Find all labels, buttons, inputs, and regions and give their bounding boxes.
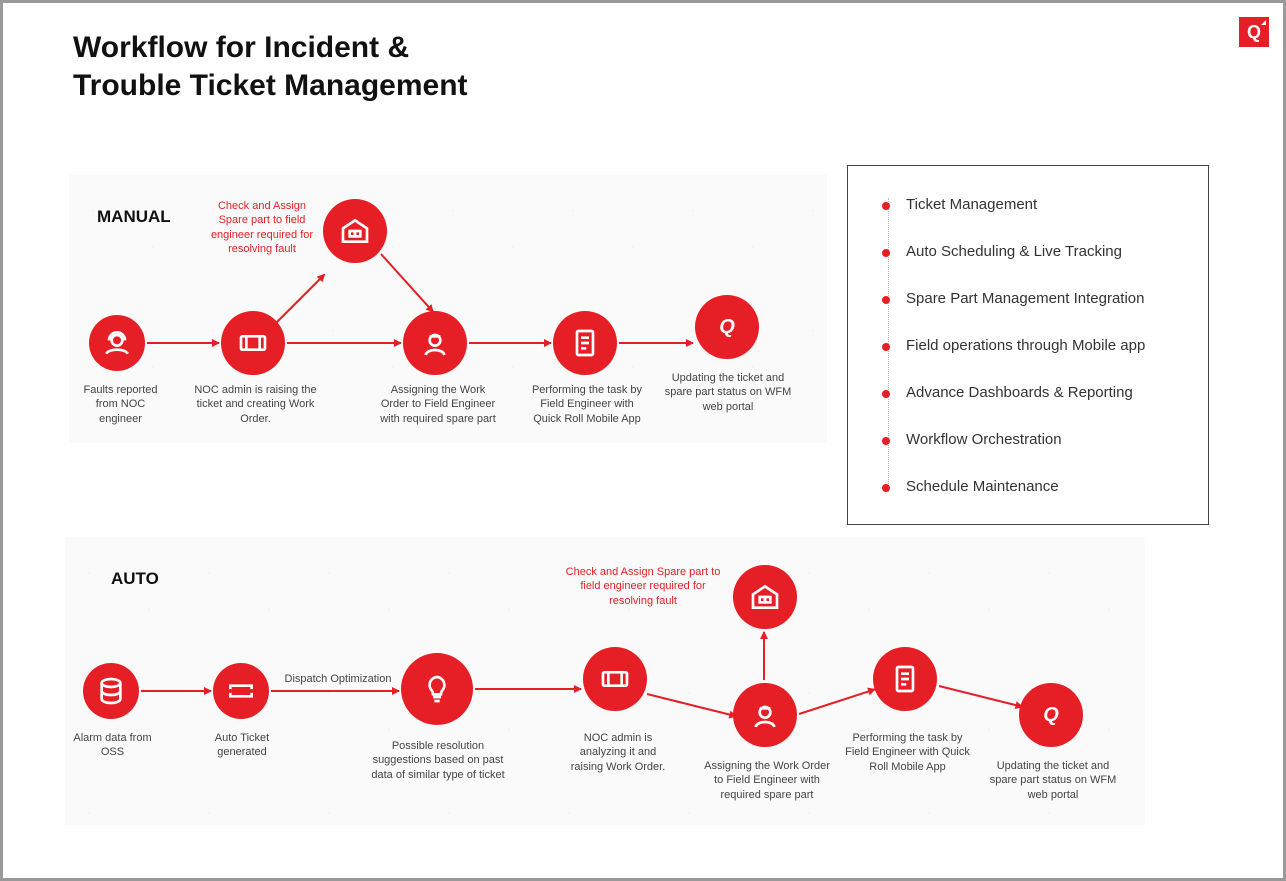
auto-node-resolution	[401, 653, 473, 725]
arrow	[141, 690, 211, 692]
ticket2-icon	[225, 675, 257, 707]
auto-caption-2: Auto Ticket generated	[197, 731, 287, 760]
manual-caption-2: NOC admin is raising the ticket and crea…	[193, 383, 318, 426]
arrow	[763, 632, 765, 680]
feature-label: Advance Dashboards & Reporting	[906, 384, 1133, 401]
auto-caption-6: Performing the task by Field Engineer wi…	[845, 731, 970, 774]
auto-node-task	[873, 647, 937, 711]
auto-node-noc	[583, 647, 647, 711]
brand-logo-letter: Q	[1247, 22, 1261, 43]
feature-label: Ticket Management	[906, 196, 1037, 213]
feature-label: Field operations through Mobile app	[906, 337, 1145, 354]
auto-node-ticket	[213, 663, 269, 719]
manual-caption-4: Performing the task by Field Engineer wi…	[527, 383, 647, 426]
manual-node-engineer	[403, 311, 467, 375]
auto-caption-4: NOC admin is analyzing it and raising Wo…	[563, 731, 673, 774]
feature-item: Field operations through Mobile app	[884, 337, 1188, 354]
manual-node-faults	[89, 315, 145, 371]
feature-label: Schedule Maintenance	[906, 478, 1059, 495]
q-icon: Q	[1043, 704, 1059, 727]
brand-logo: Q	[1239, 17, 1269, 47]
auto-caption-5: Assigning the Work Order to Field Engine…	[703, 759, 831, 802]
manual-caption-1: Faults reported from NOC engineer	[73, 383, 168, 426]
auto-node-spare	[733, 565, 797, 629]
bulb-icon	[421, 673, 453, 705]
auto-caption-1: Alarm data from OSS	[65, 731, 160, 760]
feature-label: Spare Part Management Integration	[906, 290, 1144, 307]
dispatch-label: Dispatch Optimization	[278, 673, 398, 685]
arrow	[271, 690, 399, 692]
database-icon	[95, 675, 127, 707]
page-title: Workflow for Incident & Trouble Ticket M…	[73, 29, 468, 104]
headset-icon	[101, 327, 133, 359]
ticket-icon	[599, 663, 631, 695]
manual-caption-5: Updating the ticket and spare part statu…	[663, 371, 793, 414]
manual-caption-3: Assigning the Work Order to Field Engine…	[378, 383, 498, 426]
feature-list-panel: Ticket Management Auto Scheduling & Live…	[847, 165, 1209, 525]
warehouse-icon	[749, 581, 781, 613]
manual-section-label: MANUAL	[97, 207, 171, 227]
clipboard-icon	[889, 663, 921, 695]
feature-item: Advance Dashboards & Reporting	[884, 384, 1188, 401]
arrow	[475, 688, 581, 690]
arrow	[147, 342, 219, 344]
arrow	[469, 342, 551, 344]
arrow	[619, 342, 693, 344]
auto-caption-7: Updating the ticket and spare part statu…	[987, 759, 1119, 802]
auto-node-update: Q	[1019, 683, 1083, 747]
q-icon: Q	[719, 316, 735, 339]
feature-item: Auto Scheduling & Live Tracking	[884, 243, 1188, 260]
auto-spare-caption: Check and Assign Spare part to field eng…	[559, 565, 727, 608]
page-title-line2: Trouble Ticket Management	[73, 67, 468, 105]
manual-spare-caption: Check and Assign Spare part to field eng…	[203, 199, 321, 256]
clipboard-icon	[569, 327, 601, 359]
feature-item: Ticket Management	[884, 196, 1188, 213]
page-title-line1: Workflow for Incident &	[73, 29, 468, 67]
auto-node-alarm	[83, 663, 139, 719]
feature-item: Spare Part Management Integration	[884, 290, 1188, 307]
engineer-icon	[419, 327, 451, 359]
feature-item: Schedule Maintenance	[884, 478, 1188, 495]
auto-section-label: AUTO	[111, 569, 159, 589]
feature-item: Workflow Orchestration	[884, 431, 1188, 448]
ticket-icon	[237, 327, 269, 359]
arrow	[287, 342, 401, 344]
manual-node-update: Q	[695, 295, 759, 359]
manual-node-spare	[323, 199, 387, 263]
engineer-icon	[749, 699, 781, 731]
feature-label: Workflow Orchestration	[906, 431, 1062, 448]
warehouse-icon	[339, 215, 371, 247]
manual-node-task	[553, 311, 617, 375]
auto-caption-3: Possible resolution suggestions based on…	[363, 739, 513, 782]
feature-label: Auto Scheduling & Live Tracking	[906, 243, 1122, 260]
auto-node-engineer	[733, 683, 797, 747]
